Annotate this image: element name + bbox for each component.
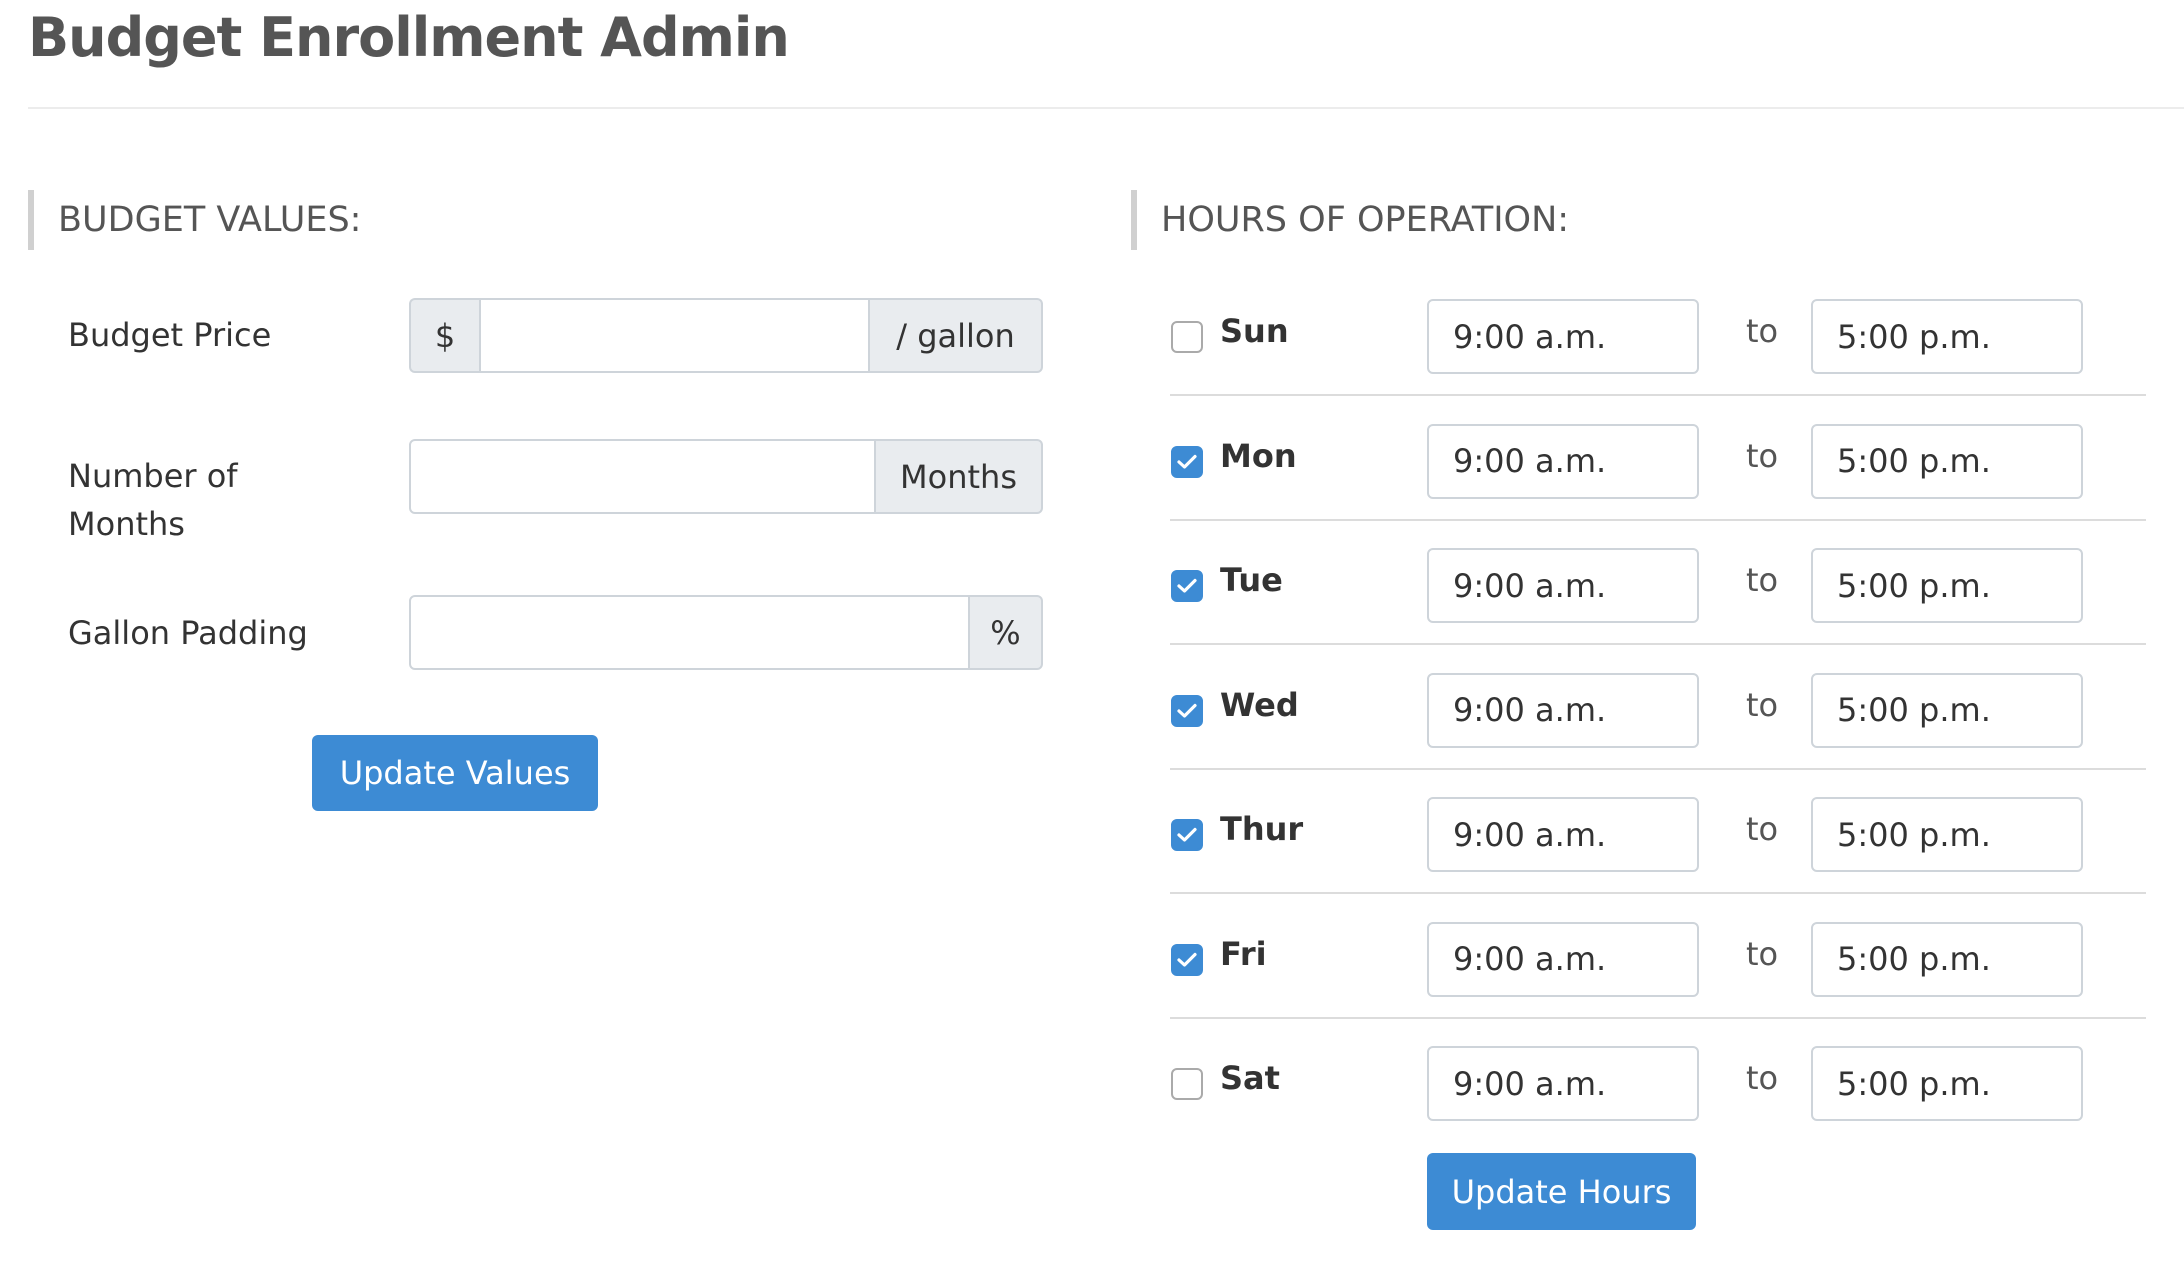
- page-title: Budget Enrollment Admin: [28, 6, 790, 69]
- open-time-input[interactable]: 9:00 a.m.: [1427, 672, 1699, 748]
- day-checkbox-fri[interactable]: [1171, 943, 1203, 976]
- day-checkbox-mon[interactable]: [1171, 445, 1203, 478]
- number-of-months-input[interactable]: [409, 439, 876, 514]
- currency-addon: $: [409, 298, 479, 373]
- day-label: Mon: [1220, 436, 1297, 475]
- close-time-input[interactable]: 5:00 p.m.: [1811, 1046, 2083, 1121]
- checkmark-icon: [1177, 952, 1197, 967]
- number-of-months-label: Number of Months: [68, 452, 238, 548]
- open-time-input[interactable]: 9:00 a.m.: [1427, 921, 1699, 997]
- day-row-fri: Fri 9:00 a.m. to 5:00 p.m.: [1170, 895, 2146, 1019]
- day-checkbox-sun[interactable]: [1171, 321, 1203, 353]
- title-divider: [28, 107, 2184, 109]
- to-label: to: [1746, 934, 1779, 973]
- day-checkbox-wed[interactable]: [1171, 694, 1203, 727]
- day-label: Thur: [1220, 810, 1304, 848]
- day-row-mon: Mon 9:00 a.m. to 5:00 p.m.: [1170, 397, 2146, 521]
- checkmark-icon: [1177, 827, 1197, 842]
- update-values-button[interactable]: Update Values: [312, 735, 598, 811]
- to-label: to: [1746, 312, 1779, 350]
- day-label: Sat: [1220, 1059, 1280, 1097]
- close-time-input[interactable]: 5:00 p.m.: [1811, 423, 2083, 499]
- to-label: to: [1746, 436, 1779, 475]
- day-row-sat: Sat 9:00 a.m. to 5:00 p.m.: [1170, 1019, 2146, 1143]
- day-row-tue: Tue 9:00 a.m. to 5:00 p.m.: [1170, 521, 2146, 645]
- number-of-months-group: Months: [409, 439, 1043, 514]
- to-label: to: [1746, 561, 1779, 599]
- budget-price-label: Budget Price: [68, 316, 272, 354]
- to-label: to: [1746, 1059, 1779, 1097]
- gallon-padding-label: Gallon Padding: [68, 614, 308, 652]
- day-checkbox-thur[interactable]: [1171, 819, 1203, 851]
- hours-of-operation-heading: HOURS OF OPERATION:: [1131, 190, 1569, 250]
- close-time-input[interactable]: 5:00 p.m.: [1811, 797, 2083, 872]
- day-label: Tue: [1220, 561, 1283, 599]
- day-checkbox-sat[interactable]: [1171, 1068, 1203, 1100]
- to-label: to: [1746, 810, 1779, 848]
- budget-price-input[interactable]: [479, 298, 870, 373]
- close-time-input[interactable]: 5:00 p.m.: [1811, 672, 2083, 748]
- number-of-months-label-line1: Number of: [68, 457, 238, 495]
- close-time-input[interactable]: 5:00 p.m.: [1811, 921, 2083, 997]
- per-gallon-addon: / gallon: [870, 298, 1043, 373]
- budget-price-group: $ / gallon: [409, 298, 1043, 373]
- gallon-padding-group: %: [409, 595, 1043, 670]
- day-row-wed: Wed 9:00 a.m. to 5:00 p.m.: [1170, 646, 2146, 770]
- checkmark-icon: [1177, 454, 1197, 469]
- day-label: Fri: [1220, 934, 1267, 973]
- open-time-input[interactable]: 9:00 a.m.: [1427, 797, 1699, 872]
- gallon-padding-input[interactable]: [409, 595, 970, 670]
- open-time-input[interactable]: 9:00 a.m.: [1427, 299, 1699, 374]
- checkmark-icon: [1177, 703, 1197, 718]
- budget-values-heading: BUDGET VALUES:: [28, 190, 361, 250]
- months-addon: Months: [876, 439, 1043, 514]
- open-time-input[interactable]: 9:00 a.m.: [1427, 548, 1699, 623]
- open-time-input[interactable]: 9:00 a.m.: [1427, 423, 1699, 499]
- day-row-thur: Thur 9:00 a.m. to 5:00 p.m.: [1170, 770, 2146, 894]
- close-time-input[interactable]: 5:00 p.m.: [1811, 548, 2083, 623]
- checkmark-icon: [1177, 578, 1197, 593]
- day-row-sun: Sun 9:00 a.m. to 5:00 p.m.: [1170, 272, 2146, 396]
- to-label: to: [1746, 685, 1779, 724]
- day-checkbox-tue[interactable]: [1171, 570, 1203, 602]
- number-of-months-label-line2: Months: [68, 505, 185, 543]
- close-time-input[interactable]: 5:00 p.m.: [1811, 299, 2083, 374]
- percent-addon: %: [970, 595, 1043, 670]
- update-hours-button[interactable]: Update Hours: [1427, 1153, 1696, 1230]
- open-time-input[interactable]: 9:00 a.m.: [1427, 1046, 1699, 1121]
- day-label: Wed: [1220, 685, 1299, 724]
- day-label: Sun: [1220, 312, 1289, 350]
